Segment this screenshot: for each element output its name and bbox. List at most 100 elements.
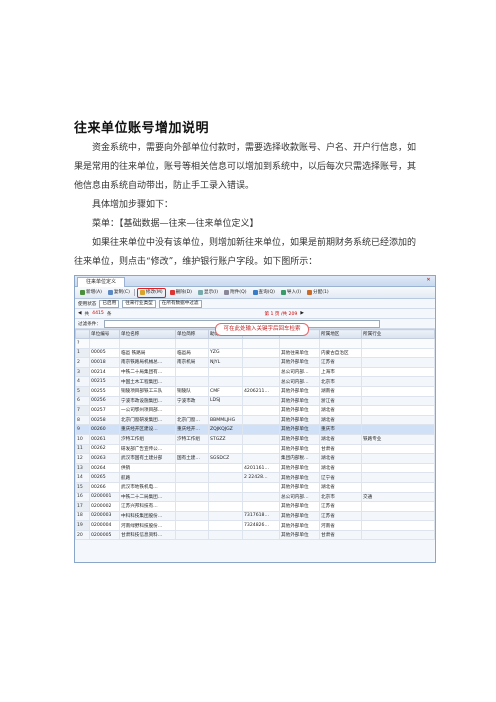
table-cell [175, 491, 209, 503]
table-row[interactable]: 3 00214 中铁二十局集团有… 总公司内部… 上海市 [75, 366, 435, 378]
table-cell: 铁路专业 [361, 433, 435, 445]
table-cell [175, 520, 209, 531]
column-header[interactable]: 单位编号 [89, 329, 120, 339]
table-cell: 集团内部税… [279, 453, 320, 464]
table-cell: 总公司内部… [279, 366, 320, 378]
tab-unit-definition[interactable]: 往来单位定义 [77, 277, 126, 287]
type-select[interactable]: 往来行业类型 [122, 299, 156, 308]
show-button[interactable]: 显示(I) [196, 289, 220, 297]
import-button[interactable]: 导入(I) [279, 289, 303, 297]
table-cell: 0200005 [89, 529, 120, 541]
table-row[interactable]: 1 00005 临邑 铁路局 临邑局 YZG 其他往来单位 内蒙古自治区 [75, 347, 435, 359]
table-cell: 其他外部单位 [279, 462, 320, 474]
scope-select[interactable]: 在所有数据中过滤 [158, 299, 202, 308]
filter-cell[interactable] [119, 338, 176, 349]
table-row[interactable]: 2 00018 南京铁路局机械总… 南京机局 NJYL 其他外部单位 江苏省 [75, 357, 435, 368]
table-cell: 0200001 [89, 491, 120, 503]
filter-cell[interactable] [208, 338, 243, 349]
table-cell: 铜陵队 [175, 385, 209, 397]
delete-button[interactable]: 删除(D) [168, 289, 194, 297]
add-button[interactable]: 新增(A) [78, 289, 104, 297]
attachment-icon [224, 290, 230, 295]
table-cell [175, 443, 209, 455]
table-cell [175, 405, 209, 416]
table-row[interactable]: 5 00255 铜陵项目部铁工三队 铜陵队 CMF 4206211… 其他外部单位 湖南省 [75, 385, 435, 397]
filter-cell[interactable]: ? [75, 338, 90, 349]
table-cell: 辽宁省 [319, 472, 362, 483]
table-cell: 武汉市地铁机电… [119, 481, 176, 493]
table-cell: 江苏兴邦科技有… [119, 501, 176, 512]
table-cell [208, 462, 243, 474]
table-cell: 浙江省 [319, 395, 362, 407]
table-cell: 11 [75, 443, 90, 455]
column-header[interactable]: 单位简称 [175, 329, 209, 339]
table-row[interactable]: 19 0200004 河南绿野科技股份… 7324826… 其他外部单位 河南省 [75, 520, 435, 531]
column-header[interactable] [75, 329, 90, 339]
table-cell [361, 376, 435, 387]
filter-cell[interactable] [279, 338, 320, 349]
table-cell: 16 [75, 491, 90, 503]
tab-bar: 往来单位定义 ✕ [75, 276, 435, 287]
table-cell: 国有土建… [175, 453, 209, 464]
table-cell: 总公司内部… [279, 491, 320, 503]
table-row[interactable]: 9 00260 重庆经开区建设… 重庆经开… ZQJKQJGZ 其他外部单位 重庆市 [75, 424, 435, 435]
table-row[interactable]: 12 00263 武汉市国有土建分部 国有土建… SGSDCZ 集团内部税… 湖北省 [75, 453, 435, 464]
table-row[interactable]: 13 00264 供销 4201161… 其他外部单位 湖北省 [75, 462, 435, 474]
table-cell: 17 [75, 501, 90, 512]
table-cell [242, 453, 280, 464]
table-row[interactable]: 7 00257 一公司鄂州项目部… 其他外部单位 湖北省 [75, 405, 435, 416]
status-label: 使用状态 [78, 301, 97, 307]
table-row[interactable]: 17 0200002 江苏兴邦科技有… 其他外部单位 江苏省 [75, 501, 435, 512]
table-cell: 其他往来单位 [279, 347, 320, 359]
copy-button[interactable]: 复制(C) [106, 289, 132, 297]
nav-first-icon[interactable]: ◀ [78, 311, 82, 316]
table-cell: 6 [75, 395, 90, 407]
table-row[interactable]: 4 00215 中国土木工程集团… 总公司内部… 北京市 [75, 376, 435, 387]
filter-cell[interactable] [361, 338, 435, 349]
attachment-button[interactable]: 附件(Q) [222, 289, 248, 297]
table-row[interactable]: 18 0200003 中科科技集团股份… 7317618… 其他外部单位 江苏省 [75, 510, 435, 522]
table-row[interactable]: 15 00266 武汉市地铁机电… 其他外部单位 湖北省 [75, 481, 435, 493]
table-cell: STGZZ [208, 433, 243, 445]
table-cell: SGSDCZ [208, 453, 243, 464]
filter-bar: 使用状态 已启用 往来行业类型 在所有数据中过滤 [75, 299, 435, 309]
filter-cell[interactable] [319, 338, 362, 349]
column-header[interactable]: 单位名称 [119, 329, 176, 339]
table-cell: 其他外部单位 [279, 520, 320, 531]
nav-next-icon[interactable]: ▶ [300, 311, 304, 316]
table-cell [175, 481, 209, 493]
filter-cell[interactable] [175, 338, 209, 349]
table-row[interactable]: 14 00265 航路 2 22428… 其他外部单位 辽宁省 [75, 472, 435, 483]
assign-button[interactable]: 分配(1) [305, 289, 331, 297]
status-select[interactable]: 已启用 [99, 299, 120, 308]
table-row[interactable]: 10 00261 汐特工作组 汐特工作组 STGZZ 其他外部单位 湖北省 铁路专业 [75, 433, 435, 445]
column-header[interactable]: 所属行业 [361, 329, 435, 339]
modify-button[interactable]: 修改(M) [136, 287, 166, 298]
table-cell: 湖北省 [319, 481, 362, 493]
steps-heading: 具体增加步骤如下： [92, 200, 174, 210]
table-row[interactable]: 6 00256 宁波市政设施集团… 宁波市政 LDSJ 其他外部单位 浙江省 [75, 395, 435, 407]
table-cell [361, 462, 435, 474]
copy-icon [107, 290, 113, 295]
table-cell: 北京市 [319, 491, 362, 503]
table-cell: 甘肃省 [319, 443, 362, 455]
table-cell [361, 453, 435, 464]
table-row[interactable]: 11 00262 研发部广告宣传公… 其他外部单位 甘肃省 [75, 443, 435, 455]
filter-row[interactable]: ? [75, 338, 435, 349]
query-button[interactable]: 查询(Q) [251, 289, 277, 297]
table-cell [208, 520, 243, 531]
table-cell: 3 [75, 366, 90, 378]
table-cell: 武汉市国有土建分部 [119, 453, 176, 464]
table-cell [361, 414, 435, 426]
column-header[interactable]: 所属地区 [319, 329, 362, 339]
filter-cell[interactable] [89, 338, 120, 349]
filter-cell[interactable] [242, 338, 280, 349]
table-row[interactable]: 16 0200001 中铁二十二局集团… 总公司内部… 北京市 交通 [75, 491, 435, 503]
table-cell: 北京门窗研发集团… [119, 414, 176, 426]
close-icon[interactable]: ✕ [425, 277, 432, 284]
table-row[interactable]: 20 0200005 甘肃科技信息资料… 其他外部单位 甘肃省 [75, 529, 435, 541]
table-cell [242, 357, 280, 368]
search-hint-callout: 可在此处输入关键字后回车检索 [215, 323, 309, 336]
table-row[interactable]: 8 00258 北京门窗研发集团… 北京门窗… BBMMLJHG 其他外部单位 湖北省 [75, 414, 435, 426]
page-title: 往来单位账号增加说明 [74, 121, 210, 136]
